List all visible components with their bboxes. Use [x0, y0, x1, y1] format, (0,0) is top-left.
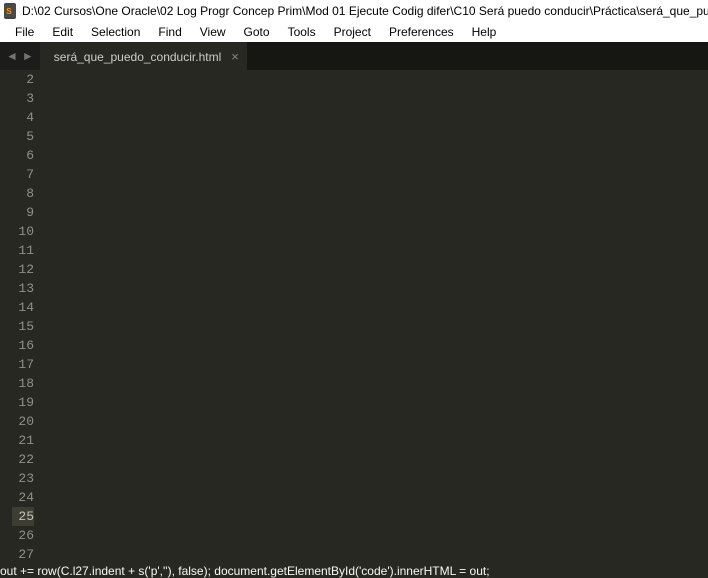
line-number: 3	[12, 89, 34, 108]
tab-nav: ◄ ►	[0, 42, 40, 70]
line-number: 23	[12, 469, 34, 488]
tab-label: será_que_puedo_conducir.html	[54, 50, 221, 64]
line-number: 16	[12, 336, 34, 355]
line-number: 26	[12, 526, 34, 545]
code-area[interactable]	[46, 70, 708, 564]
line-number: 9	[12, 203, 34, 222]
menu-edit[interactable]: Edit	[43, 23, 82, 41]
menu-view[interactable]: View	[191, 23, 235, 41]
line-number: 7	[12, 165, 34, 184]
svg-text:S: S	[6, 7, 12, 16]
window-title: D:\02 Cursos\One Oracle\02 Log Progr Con…	[22, 4, 708, 18]
line-number: 5	[12, 127, 34, 146]
line-number: 6	[12, 146, 34, 165]
gutter: 2345678910111213141516171819202122232425…	[0, 70, 46, 564]
tab-strip: ◄ ► será_que_puedo_conducir.html ×	[0, 42, 708, 70]
line-number: 18	[12, 374, 34, 393]
tab-close-icon[interactable]: ×	[231, 49, 239, 64]
line-number: 8	[12, 184, 34, 203]
line-number: 2	[12, 70, 34, 89]
window-title-bar: S D:\02 Cursos\One Oracle\02 Log Progr C…	[0, 0, 708, 22]
line-number: 13	[12, 279, 34, 298]
line-number: 20	[12, 412, 34, 431]
menu-help[interactable]: Help	[463, 23, 506, 41]
menu-file[interactable]: File	[6, 23, 43, 41]
nav-back-icon[interactable]: ◄	[6, 49, 18, 63]
line-number: 21	[12, 431, 34, 450]
tab-active[interactable]: será_que_puedo_conducir.html ×	[40, 42, 247, 70]
menu-project[interactable]: Project	[325, 23, 380, 41]
menu-find[interactable]: Find	[149, 23, 190, 41]
line-number: 25	[12, 507, 34, 526]
tab-strip-empty	[247, 42, 708, 70]
line-number: 10	[12, 222, 34, 241]
menu-selection[interactable]: Selection	[82, 23, 149, 41]
line-number: 14	[12, 298, 34, 317]
line-number: 22	[12, 450, 34, 469]
line-number: 12	[12, 260, 34, 279]
nav-forward-icon[interactable]: ►	[22, 49, 34, 63]
line-number: 4	[12, 108, 34, 127]
editor[interactable]: 2345678910111213141516171819202122232425…	[0, 70, 708, 564]
line-number: 11	[12, 241, 34, 260]
menu-bar: File Edit Selection Find View Goto Tools…	[0, 22, 708, 42]
line-number: 19	[12, 393, 34, 412]
line-number: 17	[12, 355, 34, 374]
app-icon: S	[4, 3, 16, 19]
line-number: 15	[12, 317, 34, 336]
menu-goto[interactable]: Goto	[235, 23, 279, 41]
menu-tools[interactable]: Tools	[279, 23, 325, 41]
menu-preferences[interactable]: Preferences	[380, 23, 463, 41]
line-number: 24	[12, 488, 34, 507]
line-number: 27	[12, 545, 34, 564]
